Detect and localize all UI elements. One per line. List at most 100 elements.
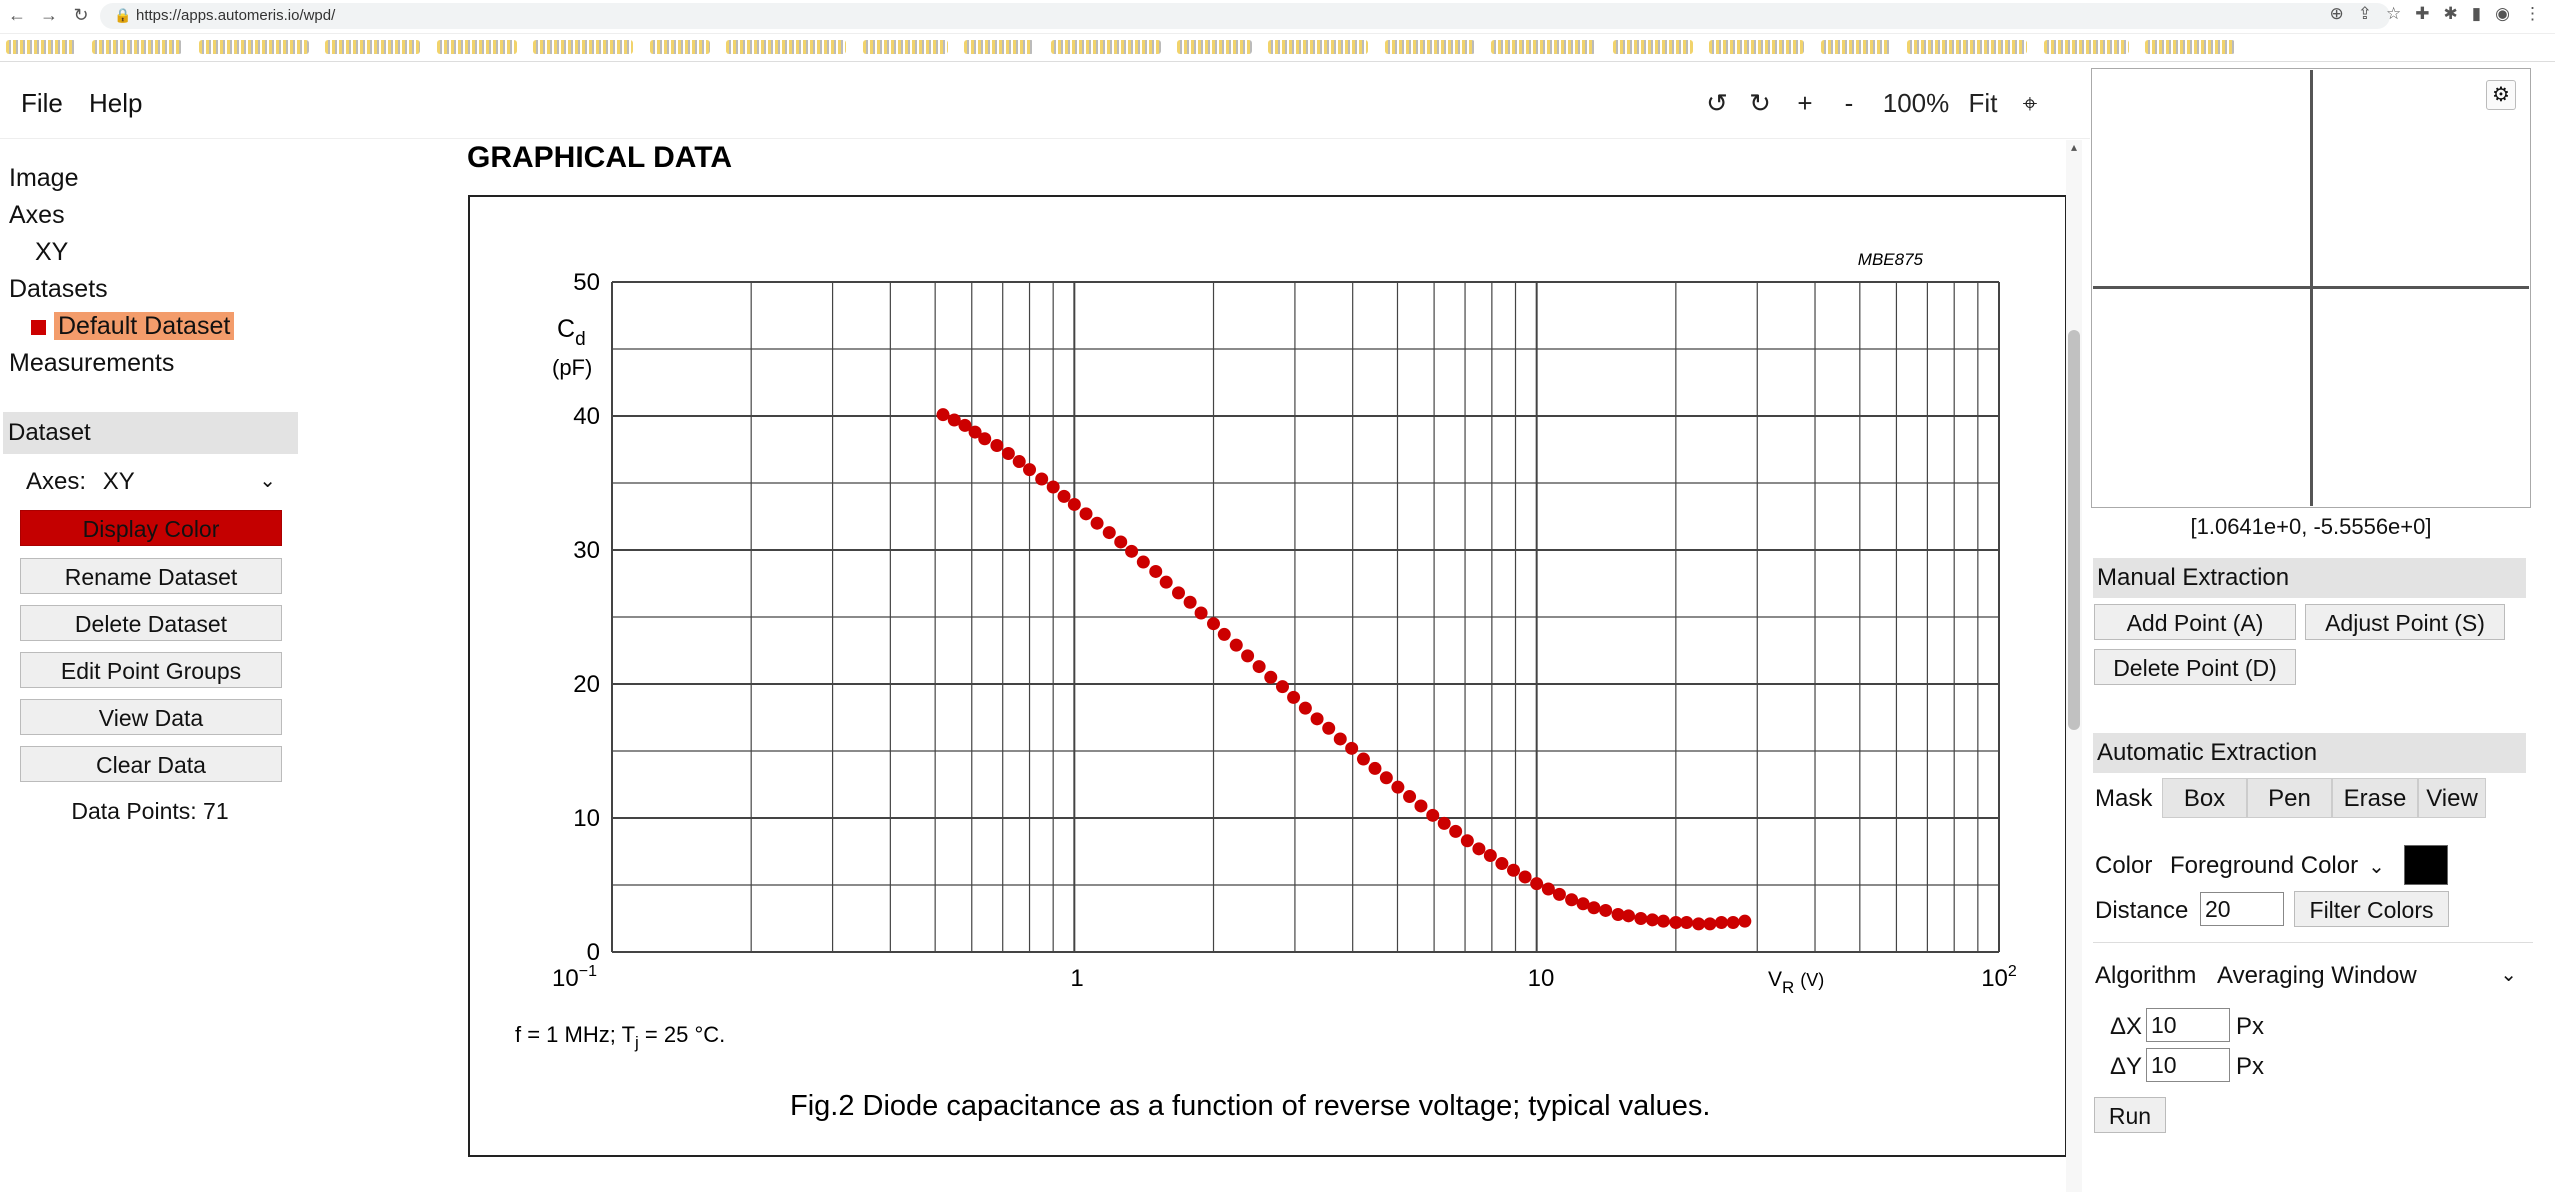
mask-erase-button[interactable]: Erase xyxy=(2332,778,2418,818)
data-point[interactable] xyxy=(1207,617,1221,631)
delete-dataset-button[interactable]: Delete Dataset xyxy=(20,605,282,641)
bookmark-item[interactable] xyxy=(2145,40,2236,54)
data-point[interactable] xyxy=(1298,701,1312,715)
data-point[interactable] xyxy=(1472,842,1486,856)
data-point[interactable] xyxy=(1530,877,1544,891)
mask-box-button[interactable]: Box xyxy=(2162,778,2247,818)
algorithm-select[interactable]: Averaging Window ⌄ xyxy=(2217,962,2517,990)
data-point[interactable] xyxy=(1090,516,1104,530)
tree-item-default-dataset[interactable]: Default Dataset xyxy=(9,308,235,345)
data-point[interactable] xyxy=(1460,834,1474,848)
data-point[interactable] xyxy=(1449,824,1463,838)
data-point[interactable] xyxy=(1391,780,1405,794)
data-point[interactable] xyxy=(1136,555,1150,569)
default-dataset-label[interactable]: Default Dataset xyxy=(54,312,235,340)
color-select[interactable]: Foreground Color ⌄ xyxy=(2170,852,2385,880)
bookmark-item[interactable] xyxy=(1612,40,1693,54)
delete-point-button[interactable]: Delete Point (D) xyxy=(2094,649,2296,685)
scroll-up-icon[interactable]: ▴ xyxy=(2066,140,2082,156)
bookmark-item[interactable] xyxy=(1050,40,1161,54)
data-point[interactable] xyxy=(1599,903,1613,917)
bookmark-item[interactable] xyxy=(649,40,710,54)
forward-icon[interactable]: → xyxy=(38,4,60,26)
back-icon[interactable]: ← xyxy=(6,4,28,26)
dy-input[interactable]: 10 xyxy=(2146,1048,2230,1082)
data-point[interactable] xyxy=(1403,790,1417,804)
data-point[interactable] xyxy=(1518,870,1532,884)
data-point[interactable] xyxy=(1229,638,1243,652)
data-point[interactable] xyxy=(1645,913,1659,927)
url-bar[interactable] xyxy=(100,3,2390,29)
data-point[interactable] xyxy=(1057,489,1071,503)
data-point[interactable] xyxy=(1426,808,1440,822)
data-point[interactable] xyxy=(1046,480,1060,494)
data-point[interactable] xyxy=(1622,909,1636,923)
display-color-button[interactable]: Display Color xyxy=(20,510,282,546)
filter-colors-button[interactable]: Filter Colors xyxy=(2294,891,2449,927)
data-point[interactable] xyxy=(1125,544,1139,558)
data-point[interactable] xyxy=(1692,917,1706,931)
run-button[interactable]: Run xyxy=(2094,1097,2166,1133)
data-point[interactable] xyxy=(1714,916,1728,930)
rename-dataset-button[interactable]: Rename Dataset xyxy=(20,558,282,594)
data-point[interactable] xyxy=(1217,627,1231,641)
dx-input[interactable]: 10 xyxy=(2146,1008,2230,1042)
menu-file[interactable]: File xyxy=(21,88,63,119)
puzzle-icon[interactable]: ✱ xyxy=(2444,4,2458,24)
bookmark-item[interactable] xyxy=(1907,40,2028,54)
zoom-in-button[interactable]: + xyxy=(1788,84,1822,122)
data-point[interactable] xyxy=(1495,857,1509,871)
star-icon[interactable]: ☆ xyxy=(2386,4,2401,24)
tree-item-image[interactable]: Image xyxy=(9,160,234,197)
tree-item-axes[interactable]: Axes xyxy=(9,197,234,234)
data-point[interactable] xyxy=(1356,752,1370,766)
data-point[interactable] xyxy=(936,408,950,422)
bookmark-item[interactable] xyxy=(1384,40,1475,54)
data-point[interactable] xyxy=(1001,447,1015,461)
data-point[interactable] xyxy=(1437,816,1451,830)
data-point[interactable] xyxy=(1194,606,1208,620)
data-point[interactable] xyxy=(1102,526,1116,540)
adjust-point-button[interactable]: Adjust Point (S) xyxy=(2305,604,2505,640)
bookmark-item[interactable] xyxy=(325,40,421,54)
data-point[interactable] xyxy=(1680,916,1694,930)
data-point[interactable] xyxy=(1287,690,1301,704)
data-point[interactable] xyxy=(1483,849,1497,863)
data-point[interactable] xyxy=(1310,712,1324,726)
menu-help[interactable]: Help xyxy=(89,88,142,119)
data-point[interactable] xyxy=(1035,472,1049,486)
distance-input[interactable]: 20 xyxy=(2200,892,2284,926)
rotate-right-icon[interactable]: ↻ xyxy=(1743,84,1777,122)
data-point[interactable] xyxy=(990,438,1004,452)
axes-select[interactable]: Axes: XY ⌄ xyxy=(26,468,276,496)
data-point[interactable] xyxy=(1252,660,1266,674)
tree-item-datasets[interactable]: Datasets xyxy=(9,271,234,308)
gear-icon[interactable]: ⚙ xyxy=(2486,80,2516,110)
data-point[interactable] xyxy=(1159,575,1173,589)
data-point[interactable] xyxy=(1656,914,1670,928)
data-point[interactable] xyxy=(1023,463,1037,477)
data-point[interactable] xyxy=(1368,761,1382,775)
reload-icon[interactable]: ↻ xyxy=(70,4,92,26)
clear-data-button[interactable]: Clear Data xyxy=(20,746,282,782)
bookmark-item[interactable] xyxy=(964,40,1035,54)
data-point[interactable] xyxy=(1587,901,1601,915)
data-point[interactable] xyxy=(1114,535,1128,549)
bookmark-item[interactable] xyxy=(6,40,76,54)
bookmark-item[interactable] xyxy=(1820,40,1891,54)
add-point-button[interactable]: Add Point (A) xyxy=(2094,604,2296,640)
data-point[interactable] xyxy=(1241,649,1255,663)
data-point[interactable] xyxy=(1634,912,1648,925)
zoom-out-button[interactable]: - xyxy=(1832,84,1866,122)
data-point[interactable] xyxy=(1703,917,1717,931)
data-point[interactable] xyxy=(978,432,992,446)
extension-icon[interactable]: ✚ xyxy=(2415,4,2429,24)
bookmark-item[interactable] xyxy=(533,40,634,54)
data-point[interactable] xyxy=(1183,595,1197,609)
data-point[interactable] xyxy=(1012,455,1026,469)
crosshair-icon[interactable]: ⌖ xyxy=(2010,84,2050,122)
bookmark-item[interactable] xyxy=(436,40,517,54)
data-point[interactable] xyxy=(1322,721,1336,735)
data-point[interactable] xyxy=(1565,893,1579,907)
view-data-button[interactable]: View Data xyxy=(20,699,282,735)
